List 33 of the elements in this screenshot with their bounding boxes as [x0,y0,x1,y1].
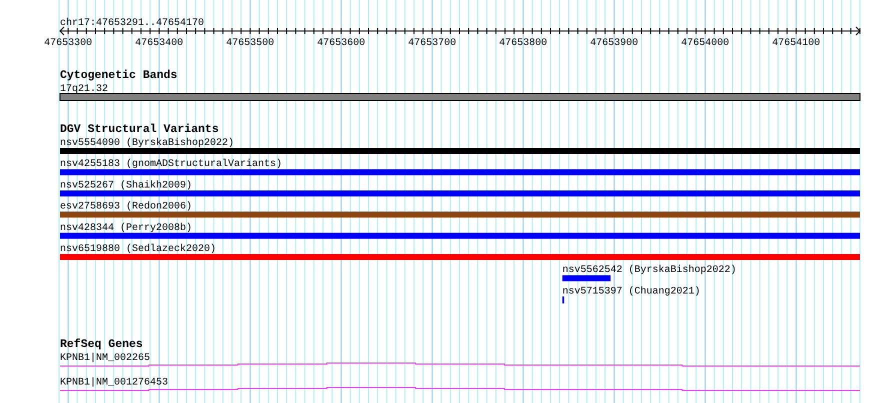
track-title: Cytogenetic Bands [60,69,178,82]
track-title: RefSeq Genes [60,338,143,351]
variant-bar[interactable] [60,169,860,176]
ruler-tick-label: 47653300 [44,38,92,49]
gene-label: KPNB1|NM_002265 [60,353,150,364]
gene-label: KPNB1|NM_001276453 [60,378,168,388]
band-label: 17q21.32 [60,84,108,95]
variant-bar[interactable] [562,296,564,304]
variant-label: esv2758693 (Redon2006) [60,202,192,213]
variant-label: nsv525267 (Shaikh2009) [60,180,192,192]
ruler-tick-label: 47653800 [499,38,548,49]
variant-label: nsv5715397 (Chuang2021) [562,286,700,298]
gene-line[interactable] [60,387,860,391]
gene-line[interactable] [60,362,860,366]
ruler-tick-label: 47653400 [135,38,184,49]
ruler-tick-label: 47654000 [681,38,730,49]
ruler-tick-label: 47653500 [226,38,274,49]
variant-bar[interactable] [562,275,611,282]
ruler-tick-label: 47653600 [317,38,366,49]
ruler-tick-label: 47654100 [772,38,820,49]
variant-bar[interactable] [60,212,860,218]
variant-label: nsv428344 (Perry2008b) [60,222,192,234]
ruler-tick-label: 47653700 [408,38,456,49]
cytoband-bar[interactable] [60,93,860,101]
variant-bar[interactable] [60,190,860,196]
track-title: DGV Structural Variants [60,123,219,136]
variant-bar[interactable] [60,232,860,239]
region-label: chr17:47653291..47654170 [60,18,204,29]
ruler-tick-label: 47653900 [590,38,638,49]
variant-label: nsv4255183 (gnomADStructuralVariants) [60,159,282,170]
variant-label: nsv5562542 (ByrskaBishop2022) [562,265,736,276]
variant-label: nsv6519880 (Sedlazeck2020) [60,244,216,255]
variant-label: nsv5554090 (ByrskaBishop2022) [60,138,234,149]
